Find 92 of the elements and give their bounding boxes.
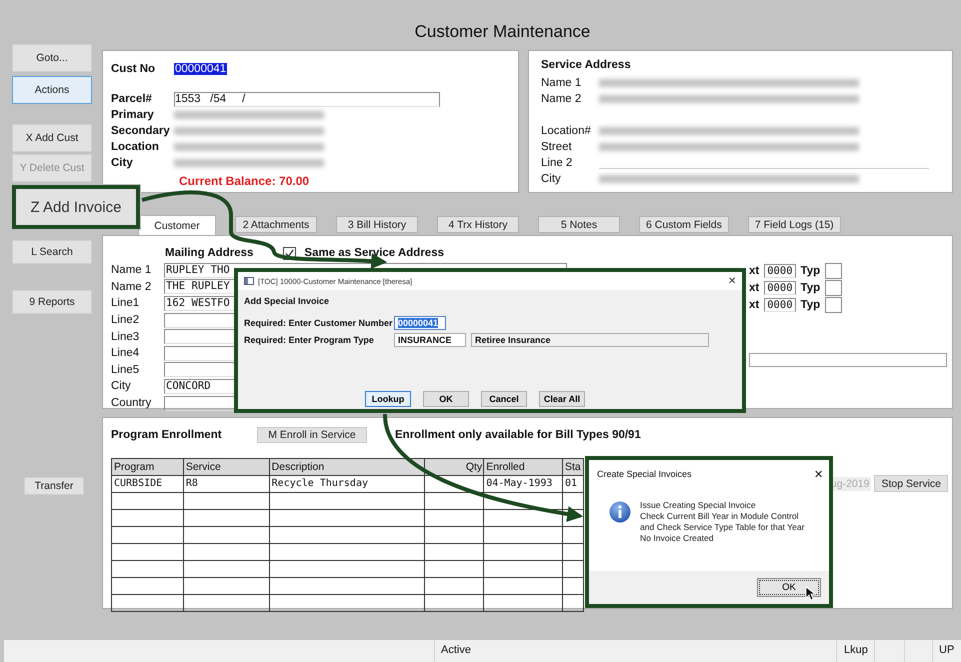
input-field[interactable]: 0000	[764, 280, 796, 294]
field-label: xt	[749, 298, 760, 310]
field-label: Required: Enter Program Type	[244, 334, 375, 344]
field-label: Name 1	[111, 264, 152, 276]
sidebar-button[interactable]: Goto...	[12, 44, 92, 72]
field-label: City	[111, 380, 132, 392]
section-title: Mailing Address	[165, 247, 254, 259]
current-balance: Current Balance: 70.00	[179, 174, 310, 188]
sidebar-button[interactable]: L Search	[12, 240, 92, 264]
field-label: Location#	[541, 125, 592, 137]
column-header: Description	[270, 459, 426, 475]
tab[interactable]: 3 Bill History	[336, 216, 418, 233]
column-header: Qty	[425, 459, 484, 475]
stop-service-button[interactable]: Stop Service	[874, 475, 948, 492]
table-cell: R8	[184, 476, 270, 492]
message-text: Issue Creating Special Invoice Check Current Bill Year in Module Control and Check Service Type Table for that Year No Invoice Created	[640, 500, 805, 545]
field-label: Street	[541, 141, 573, 153]
enroll-button[interactable]: M Enroll in Service	[257, 427, 367, 443]
field-label: Line4	[111, 347, 140, 360]
field-label: Line5	[111, 364, 140, 376]
field-label: Typ	[800, 264, 820, 276]
close-icon[interactable]: ✕	[728, 275, 736, 287]
input-field[interactable]	[825, 296, 842, 312]
field-label: Typ	[800, 298, 820, 310]
ok-button[interactable]: OK	[757, 578, 821, 597]
add-invoice-callout-button[interactable]: Z Add Invoice	[12, 185, 140, 229]
table-cell: 04-May-1993	[484, 476, 564, 492]
close-icon[interactable]: ✕	[814, 468, 823, 480]
field-label: xt	[749, 282, 760, 294]
input-field[interactable]	[825, 262, 842, 278]
field-label: Location	[111, 141, 160, 153]
dialog-button[interactable]: Lookup	[365, 391, 411, 407]
sidebar-button[interactable]: X Add Cust	[12, 124, 92, 152]
field-label: Name 2	[541, 93, 582, 105]
sidebar-button[interactable]: Actions	[12, 76, 92, 104]
field-label: City	[541, 173, 562, 185]
field-label: Name 1	[541, 77, 582, 89]
field-label: Name 2	[111, 280, 152, 293]
dialog-title: Create Special Invoices	[597, 469, 692, 479]
dialog-button[interactable]: OK	[423, 391, 469, 407]
dialog-heading: Add Special Invoice	[244, 296, 330, 308]
program-type-field[interactable]: INSURANCE	[394, 332, 466, 346]
info-icon	[609, 501, 631, 523]
parcel-field[interactable]: 1553 /54 /	[174, 92, 440, 106]
input-field[interactable]: 0000	[764, 264, 796, 278]
status-text: Lkup	[844, 644, 868, 656]
table-cell: CURBSIDE	[112, 476, 184, 492]
checkbox-label: Same as Service Address	[304, 247, 444, 259]
checkbox[interactable]	[283, 246, 296, 260]
field-label: Line1	[111, 297, 140, 310]
status-text: UP	[939, 644, 954, 656]
status-text: Active	[441, 644, 471, 656]
customer-number-field[interactable]: 00000041	[394, 316, 446, 330]
program-description-field: Retiree Insurance	[471, 332, 709, 346]
table-cell: 01	[563, 476, 584, 492]
tab[interactable]: 7 Field Logs (15)	[748, 216, 841, 233]
field-label: xt	[749, 264, 760, 276]
tab[interactable]: 5 Notes	[538, 216, 620, 233]
tab[interactable]: Customer	[138, 215, 216, 235]
tab[interactable]: 4 Trx History	[437, 216, 519, 233]
field-label: Typ	[800, 282, 820, 294]
dialog-button[interactable]: Clear All	[539, 391, 585, 407]
field-label: Primary	[111, 109, 155, 121]
field-label: City	[111, 157, 134, 169]
column-header: Enrolled	[484, 459, 564, 475]
window-title: Customer Maintenance	[414, 22, 590, 43]
cursor-icon	[805, 586, 815, 601]
table-cell: Recycle Thursday	[270, 476, 426, 492]
column-header: Program	[112, 459, 184, 475]
field-label: Required: Enter Customer Number	[244, 318, 394, 328]
field-label: Country	[111, 397, 152, 410]
field-label: Line3	[111, 330, 140, 343]
tab[interactable]: 6 Custom Fields	[639, 216, 729, 233]
sidebar-button[interactable]: Transfer	[24, 477, 84, 495]
tab[interactable]: 2 Attachments	[235, 216, 317, 233]
column-header: Service	[184, 459, 270, 475]
sidebar-button[interactable]: 9 Reports	[12, 290, 92, 314]
field-label: Secondary	[111, 125, 171, 137]
field-label: Line 2	[541, 157, 574, 169]
field-label: Line2	[111, 314, 140, 326]
column-header: Sta	[563, 459, 584, 475]
window-icon	[244, 277, 254, 285]
field-label: Parcel#	[111, 93, 153, 105]
input-field[interactable]	[749, 353, 947, 367]
section-title: Program Enrollment	[111, 429, 223, 441]
dialog-button[interactable]: Cancel	[481, 391, 527, 407]
field-label: Cust No	[111, 63, 156, 75]
enrollment-note: Enrollment only available for Bill Types 90/91	[395, 429, 641, 441]
input-field[interactable]	[825, 280, 842, 296]
customer-number-field[interactable]: 00000041	[174, 63, 228, 75]
input-field[interactable]: 0000	[764, 298, 796, 312]
section-title: Service Address	[541, 59, 632, 73]
